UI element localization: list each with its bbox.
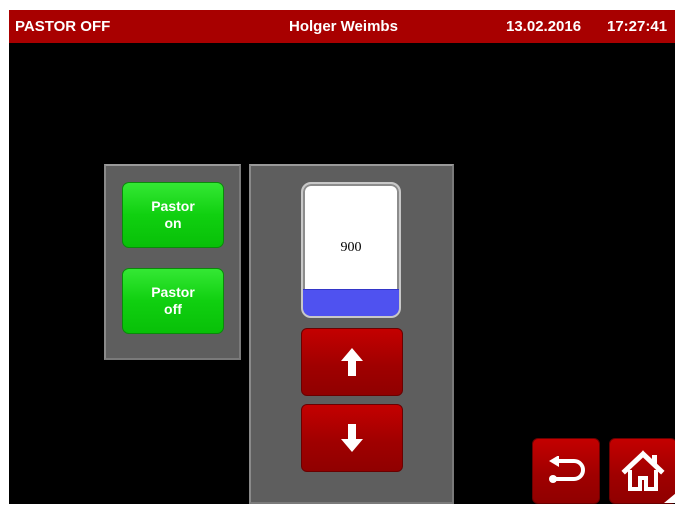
back-arrow-icon (549, 456, 585, 483)
pastor-control-panel: Pastor on Pastor off (104, 164, 241, 360)
pastor-off-button[interactable]: Pastor off (122, 268, 224, 334)
pastor-off-label: Pastor off (151, 284, 195, 317)
home-button[interactable] (609, 438, 675, 504)
hmi-screen: PASTOR OFF Holger Weimbs 13.02.2016 17:2… (9, 10, 675, 504)
date-display: 13.02.2016 (506, 18, 582, 35)
time-display: 17:27:41 (607, 18, 668, 35)
gauge-fill (303, 288, 399, 316)
status-text: PASTOR OFF (15, 18, 111, 35)
arrow-down-icon (341, 424, 363, 452)
increase-button[interactable] (301, 328, 403, 396)
arrow-up-icon (341, 348, 363, 376)
level-gauge[interactable]: 900 (301, 182, 401, 318)
pastor-on-label: Pastor on (151, 198, 195, 231)
setpoint-panel: 900 (249, 164, 454, 504)
header-bar: PASTOR OFF Holger Weimbs 13.02.2016 17:2… (9, 10, 675, 43)
pastor-on-button[interactable]: Pastor on (122, 182, 224, 248)
decrease-button[interactable] (301, 404, 403, 472)
gauge-value: 900 (340, 240, 362, 255)
home-icon (621, 450, 665, 491)
user-name: Holger Weimbs (289, 18, 398, 35)
back-button[interactable] (532, 438, 600, 504)
corner-indicator (664, 493, 675, 503)
